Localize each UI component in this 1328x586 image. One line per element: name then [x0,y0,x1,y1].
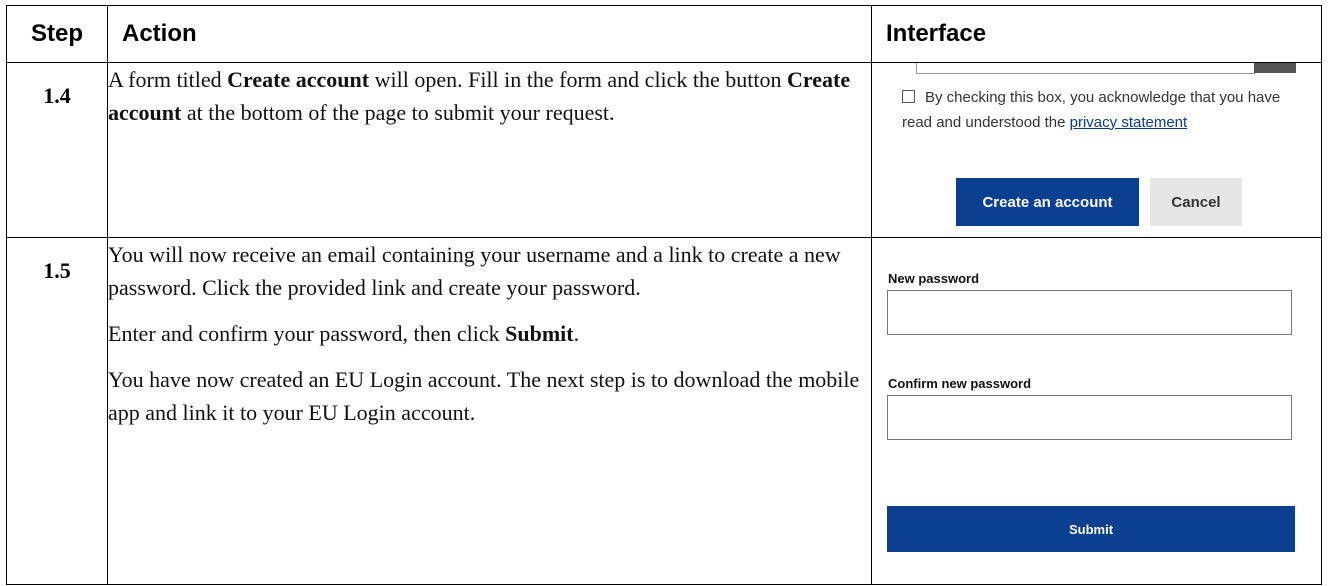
table-row: 1.4 A form titled Create account will op… [6,62,1322,238]
interface-cell: New password Confirm new password Submit [871,237,1322,585]
instructions-table: Step Action Interface 1.4 A form titled … [6,5,1322,585]
step-cell: 1.5 [6,237,108,585]
action-paragraph: You will now receive an email containing… [108,242,841,300]
header-action: Action [107,5,872,63]
action-bold-text: Create account [227,67,370,92]
privacy-checkbox-row[interactable]: By checking this box, you acknowledge th… [902,85,1297,135]
action-bold-text: Submit [505,321,574,346]
table-header-row: Step Action Interface [6,5,1322,63]
action-cell: A form titled Create account will open. … [107,62,872,238]
step-number: 1.4 [43,83,71,108]
confirm-password-label: Confirm new password [888,376,1032,391]
cropped-dark-button [1254,63,1296,73]
new-password-label: New password [888,271,980,286]
action-cell: You will now receive an email containing… [107,237,872,585]
submit-button[interactable]: Submit [887,506,1295,552]
step-cell: 1.4 [6,62,108,238]
action-paragraph: You have now created an EU Login account… [108,367,860,425]
privacy-checkbox[interactable] [902,90,915,103]
new-password-field[interactable] [887,290,1292,335]
header-interface: Interface [871,5,1322,63]
action-text: at the bottom of the page to submit your… [181,100,615,125]
confirm-password-field[interactable] [887,395,1292,440]
table-row: 1.5 You will now receive an email contai… [6,237,1322,585]
cropped-input-field [916,63,1255,74]
create-account-button[interactable]: Create an account [956,178,1139,226]
interface-screenshot-password: New password Confirm new password Submit [872,238,1321,584]
interface-screenshot-create-account: By checking this box, you acknowledge th… [872,63,1321,237]
action-text: Enter and confirm your password, then cl… [108,321,506,346]
action-text: . [573,321,580,346]
action-text: A form titled [108,67,228,92]
cancel-button[interactable]: Cancel [1150,178,1242,226]
step-number: 1.5 [43,258,71,283]
action-paragraph: A form titled Create account will open. … [108,63,871,129]
interface-cell: By checking this box, you acknowledge th… [871,62,1322,238]
action-text: will open. Fill in the form and click th… [369,67,788,92]
header-step: Step [6,5,108,63]
action-paragraph: Enter and confirm your password, then cl… [108,317,871,350]
privacy-statement-link[interactable]: privacy statement [1070,114,1188,131]
